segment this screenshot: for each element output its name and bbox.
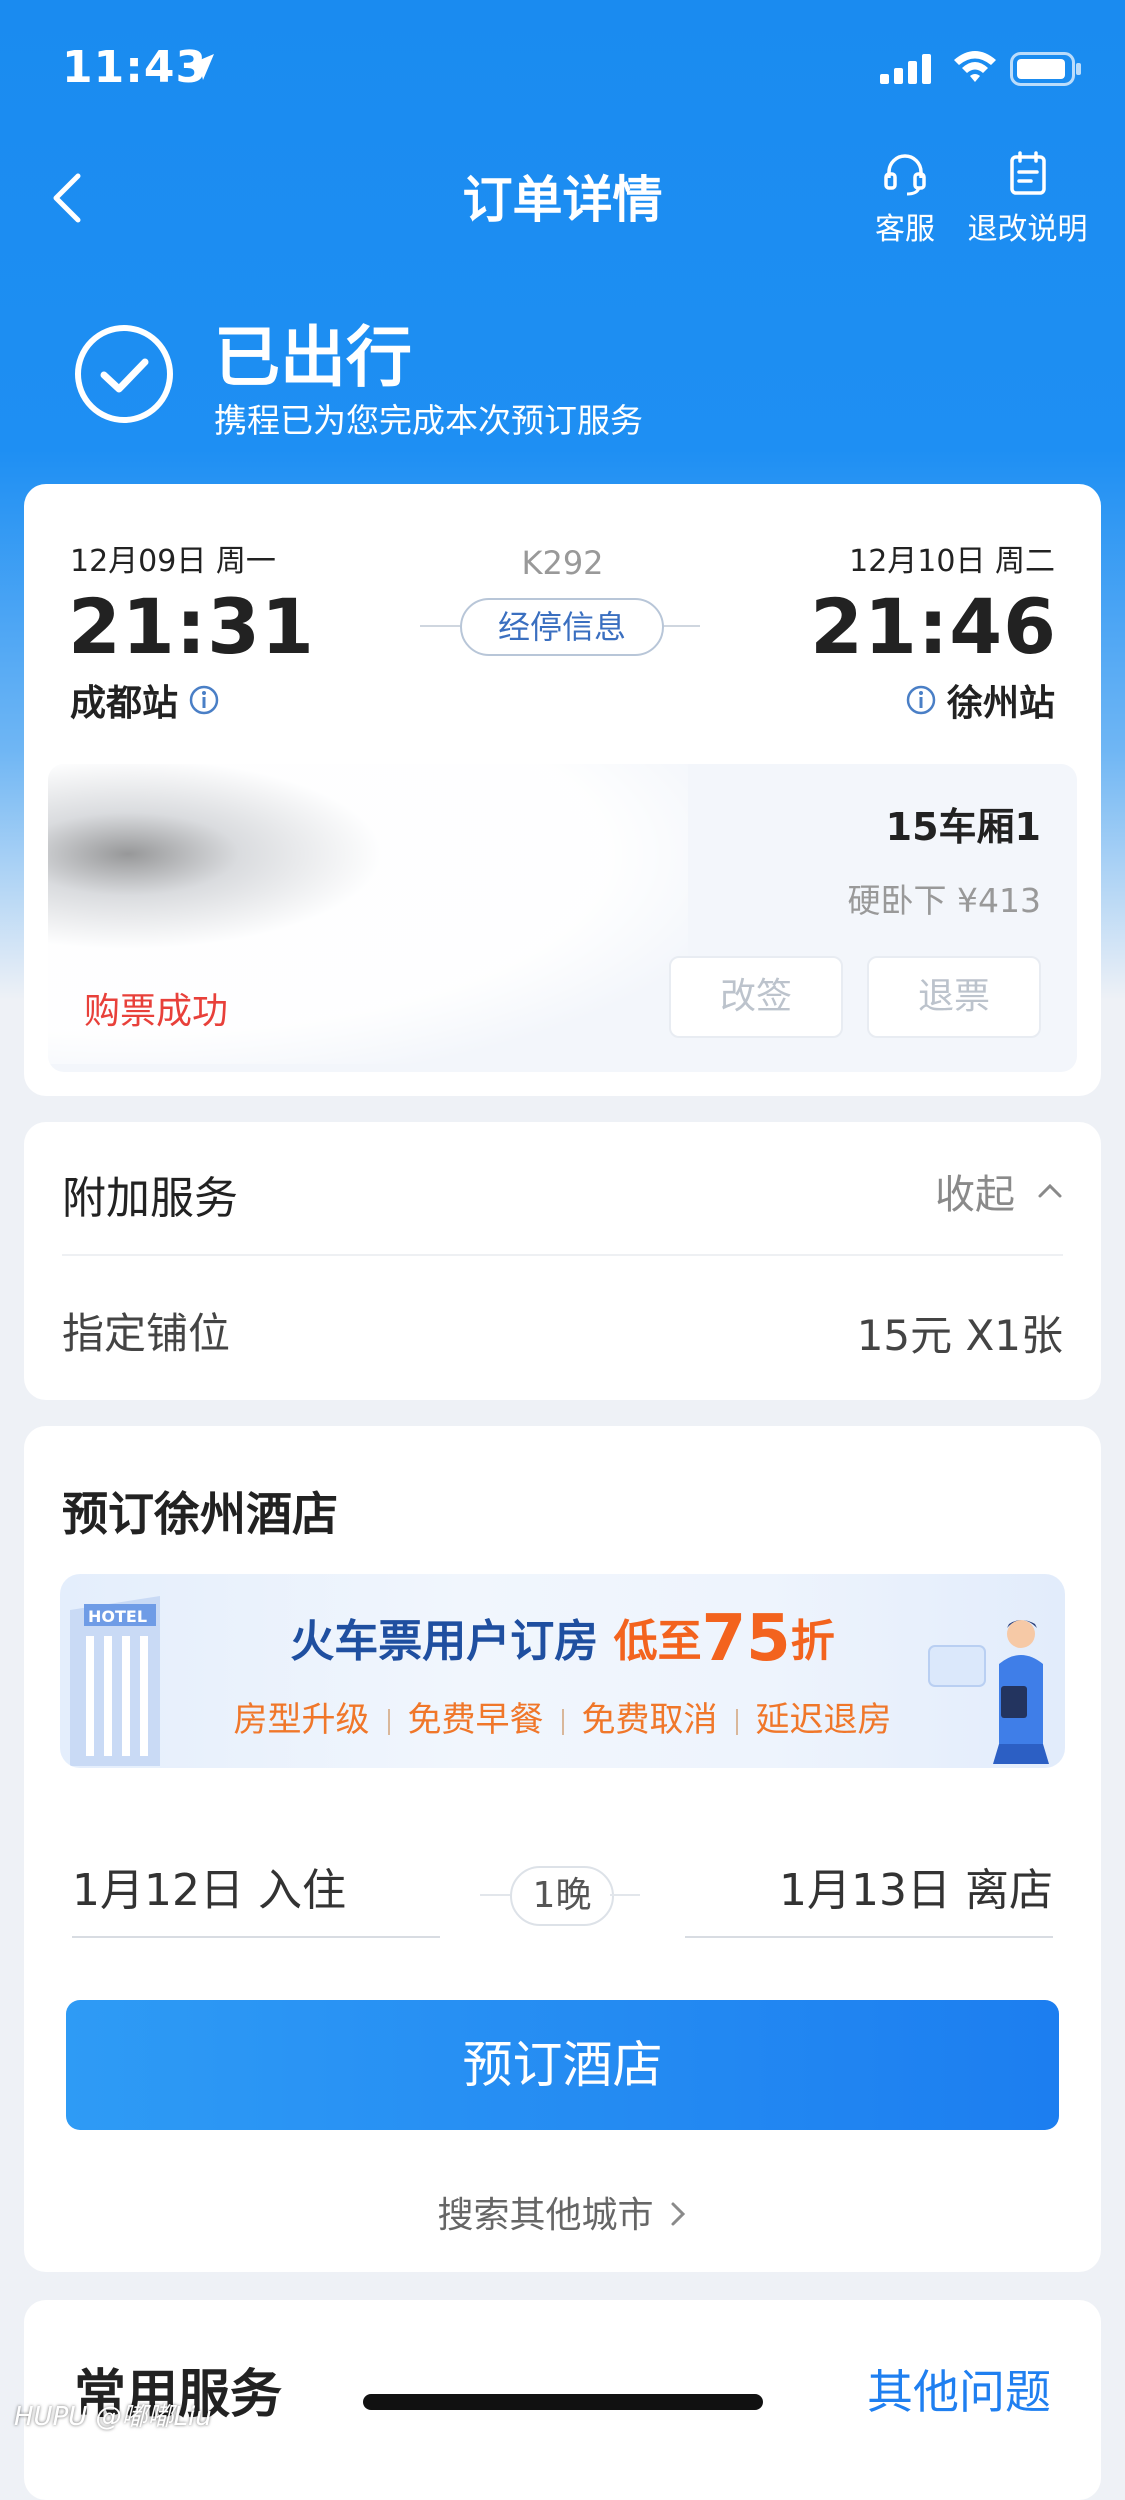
change-ticket-button[interactable]: 改签 xyxy=(669,956,843,1038)
battery-icon xyxy=(1010,52,1081,86)
arrive-station-name: 徐州站 xyxy=(946,683,1055,724)
arrive-time: 21:46 xyxy=(810,582,1057,671)
route-line-right xyxy=(660,625,700,627)
depart-time: 21:31 xyxy=(68,582,315,671)
checkin-underline xyxy=(72,1936,440,1938)
promo-tag: 免费早餐 xyxy=(407,1700,544,1740)
collapse-label: 收起 xyxy=(935,1172,1015,1218)
order-status-subtitle: 携程已为您完成本次预订服务 xyxy=(214,401,643,440)
addon-item-name: 指定铺位 xyxy=(62,1309,231,1358)
nights-dash-right xyxy=(610,1894,640,1896)
other-questions-link[interactable]: 其他问题 xyxy=(867,2356,1051,2422)
divider xyxy=(62,1254,1063,1256)
location-arrow-icon xyxy=(188,54,214,80)
ticket-card: 12月09日 周一 21:31 成都站 K292 经停信息 12月10日 周二 … xyxy=(24,484,1101,1096)
checkout-underline xyxy=(685,1936,1053,1938)
promo-tag: 房型升级 xyxy=(233,1700,370,1740)
route-line-left xyxy=(420,625,460,627)
depart-station-name: 成都站 xyxy=(70,683,179,724)
home-indicator xyxy=(363,2394,763,2410)
car-seat-number: 15车厢1 xyxy=(885,805,1041,849)
ticket-status: 购票成功 xyxy=(84,991,229,1032)
addon-title: 附加服务 xyxy=(62,1173,238,1224)
seat-type-price: 硬卧下 ¥413 xyxy=(847,881,1041,920)
refund-ticket-button[interactable]: 退票 xyxy=(867,956,1041,1038)
nights-dash-left xyxy=(480,1894,510,1896)
document-icon xyxy=(1009,151,1046,195)
check-circle-icon xyxy=(75,325,173,423)
order-status-title: 已出行 xyxy=(214,319,412,396)
nights-badge: 1晚 xyxy=(510,1866,614,1926)
arrive-date: 12月10日 周二 xyxy=(849,544,1055,579)
wifi-icon xyxy=(954,51,996,82)
customer-service-label: 客服 xyxy=(875,212,935,247)
checkin-date[interactable]: 1月12日 入住 xyxy=(72,1854,346,1918)
chevron-right-icon xyxy=(671,2202,685,2226)
refund-policy-button[interactable]: 退改说明 xyxy=(960,150,1095,248)
promo-tag: 延迟退房 xyxy=(755,1700,892,1740)
discount-number: 75 xyxy=(701,1602,791,1676)
book-hotel-button[interactable]: 预订酒店 xyxy=(66,2000,1059,2130)
collapse-toggle[interactable]: 收起 xyxy=(935,1162,1063,1220)
info-icon[interactable] xyxy=(905,684,937,716)
info-icon[interactable] xyxy=(188,684,220,716)
arrive-station[interactable]: 徐州站 xyxy=(905,674,1055,726)
hotel-booking-card: 预订徐州酒店 HOTEL 火车票用户订房 低至75折 房型升级 免费早餐 免费取消延… xyxy=(24,1426,1101,2272)
promo-tag: 免费取消 xyxy=(581,1700,718,1740)
depart-station[interactable]: 成都站 xyxy=(70,674,220,726)
search-other-city-label: 搜索其他城市 xyxy=(437,2195,654,2236)
cellular-signal-icon xyxy=(880,54,931,84)
refund-policy-label: 退改说明 xyxy=(967,212,1088,247)
checkout-date[interactable]: 1月13日 离店 xyxy=(779,1854,1053,1918)
person-illustration-icon xyxy=(928,1620,1049,1764)
search-other-city-link[interactable]: 搜索其他城市 xyxy=(24,2186,1101,2238)
headset-icon xyxy=(884,154,926,196)
customer-service-button[interactable]: 客服 xyxy=(870,150,940,248)
passenger-seat-box: 15车厢1 硬卧下 ¥413 购票成功 改签 退票 xyxy=(48,764,1077,1072)
promo-headline: 火车票用户订房 低至75折 xyxy=(290,1602,835,1676)
addon-item-value: 15元 X1张 xyxy=(856,1311,1063,1360)
addon-services-card: 附加服务 收起 指定铺位 15元 X1张 xyxy=(24,1122,1101,1400)
hotel-section-title: 预订徐州酒店 xyxy=(62,1487,338,1541)
stops-info-button[interactable]: 经停信息 xyxy=(460,598,664,656)
promo-tags: 房型升级 免费早餐 免费取消 延迟退房 xyxy=(60,1692,1065,1741)
page-title: 订单详情 xyxy=(462,171,663,229)
hotel-promo-banner[interactable]: HOTEL 火车票用户订房 低至75折 房型升级 免费早餐 免费取消 延迟退房 xyxy=(60,1574,1065,1768)
chevron-up-icon xyxy=(1038,1183,1062,1198)
watermark: HUPU @嘟嘟Liu xyxy=(14,2402,212,2432)
